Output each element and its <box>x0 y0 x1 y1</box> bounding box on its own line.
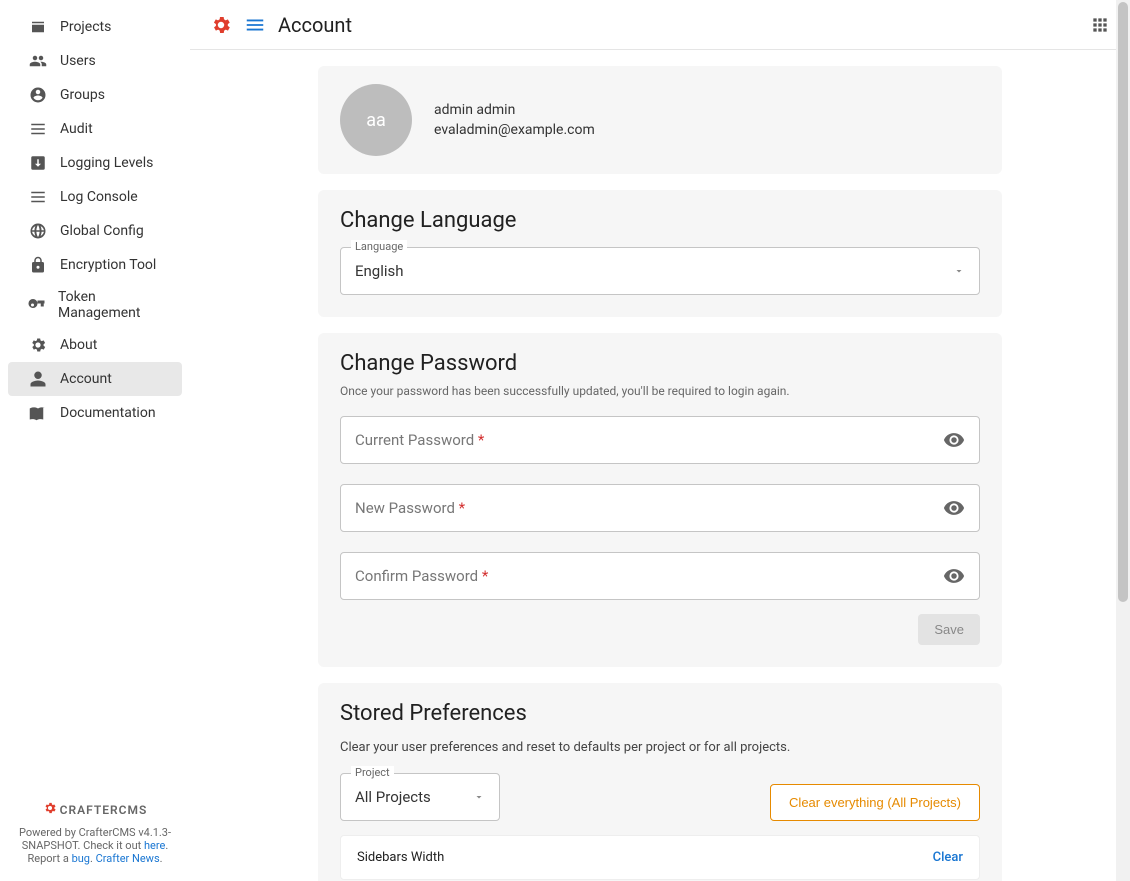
visibility-icon[interactable] <box>943 497 965 519</box>
sidebar-item-label: Global Config <box>60 223 144 239</box>
sidebar-item-groups[interactable]: Groups <box>8 78 182 112</box>
sidebar-item-encryption-tool[interactable]: Encryption Tool <box>8 248 182 282</box>
page-title: Account <box>278 13 352 37</box>
sidebar: Projects Users Groups Audit Logging Leve… <box>0 0 190 881</box>
book-icon <box>28 403 48 423</box>
project-value: All Projects <box>355 788 473 806</box>
sidebar-item-audit[interactable]: Audit <box>8 112 182 146</box>
sidebar-item-documentation[interactable]: Documentation <box>8 396 182 430</box>
sidebar-item-label: Groups <box>60 87 105 103</box>
footer-link-bug[interactable]: bug <box>72 852 90 865</box>
sidebar-item-label: Audit <box>60 121 93 137</box>
avatar: aa <box>340 84 412 156</box>
footer-text: . <box>160 852 163 865</box>
footer-link-news[interactable]: Crafter News <box>96 852 160 865</box>
topbar: Account <box>190 0 1130 50</box>
language-value: English <box>355 262 953 280</box>
clear-button[interactable]: Clear <box>933 850 963 865</box>
section-title: Change Password <box>340 351 980 376</box>
profile-name: admin admin <box>434 100 595 120</box>
visibility-icon[interactable] <box>943 429 965 451</box>
sidebar-item-users[interactable]: Users <box>8 44 182 78</box>
chevron-down-icon <box>473 791 485 803</box>
stored-preferences-section: Stored Preferences Clear your user prefe… <box>318 683 1002 881</box>
language-select[interactable]: Language English <box>340 247 980 295</box>
projects-icon <box>28 17 48 37</box>
confirm-password-field[interactable]: Confirm Password * <box>340 552 980 600</box>
section-description: Clear your user preferences and reset to… <box>340 740 980 755</box>
key-icon <box>28 295 46 315</box>
brand-logo: CRAFTERCMS <box>16 801 174 818</box>
sidebar-item-logging-levels[interactable]: Logging Levels <box>8 146 182 180</box>
sidebar-item-log-console[interactable]: Log Console <box>8 180 182 214</box>
footer-link-here[interactable]: here <box>144 839 165 852</box>
sidebar-item-label: Users <box>60 53 96 69</box>
visibility-icon[interactable] <box>943 565 965 587</box>
globe-icon <box>28 221 48 241</box>
users-icon <box>28 51 48 71</box>
audit-icon <box>28 119 48 139</box>
sidebar-item-label: About <box>60 337 97 353</box>
scrollbar-thumb[interactable] <box>1118 2 1128 602</box>
clear-all-button[interactable]: Clear everything (All Projects) <box>770 784 980 821</box>
apps-grid-icon[interactable] <box>1090 15 1110 35</box>
sidebar-footer: CRAFTERCMS Powered by CrafterCMS v4.1.3-… <box>0 791 190 881</box>
chevron-down-icon <box>953 265 965 277</box>
sidebar-item-label: Token Management <box>58 289 166 321</box>
sidebar-item-token-management[interactable]: Token Management <box>8 282 182 328</box>
profile-card: aa admin admin evaladmin@example.com <box>318 66 1002 174</box>
field-label: Project <box>351 766 394 779</box>
sidebar-item-label: Account <box>60 371 112 387</box>
scrollbar[interactable] <box>1116 0 1130 881</box>
field-label: Language <box>351 240 407 253</box>
gear-icon <box>28 335 48 355</box>
section-title: Change Language <box>340 208 980 233</box>
sidebar-item-about[interactable]: About <box>8 328 182 362</box>
pref-label: Sidebars Width <box>357 850 444 865</box>
lock-icon <box>28 255 48 275</box>
sidebar-item-projects[interactable]: Projects <box>8 10 182 44</box>
logging-icon <box>28 153 48 173</box>
field-label: Confirm Password * <box>355 567 943 585</box>
sidebar-item-label: Logging Levels <box>60 155 153 171</box>
person-icon <box>28 369 48 389</box>
project-select[interactable]: Project All Projects <box>340 773 500 821</box>
sidebar-item-global-config[interactable]: Global Config <box>8 214 182 248</box>
sidebar-item-label: Projects <box>60 19 111 35</box>
section-title: Stored Preferences <box>340 701 980 726</box>
pref-list-item: Sidebars Width Clear <box>340 835 980 880</box>
new-password-field[interactable]: New Password * <box>340 484 980 532</box>
console-icon <box>28 187 48 207</box>
change-language-section: Change Language Language English <box>318 190 1002 317</box>
sidebar-item-label: Log Console <box>60 189 138 205</box>
app-logo-icon <box>210 14 232 36</box>
current-password-field[interactable]: Current Password * <box>340 416 980 464</box>
change-password-section: Change Password Once your password has b… <box>318 333 1002 667</box>
hamburger-icon[interactable] <box>244 14 266 36</box>
field-label: New Password * <box>355 499 943 517</box>
profile-email: evaladmin@example.com <box>434 120 595 140</box>
sidebar-item-label: Encryption Tool <box>60 257 156 273</box>
gear-icon <box>43 801 57 818</box>
section-subnote: Once your password has been successfully… <box>340 384 980 398</box>
groups-icon <box>28 85 48 105</box>
brand-text: CRAFTERCMS <box>60 803 148 817</box>
save-button[interactable]: Save <box>918 614 980 645</box>
sidebar-item-label: Documentation <box>60 405 156 421</box>
sidebar-item-account[interactable]: Account <box>8 362 182 396</box>
field-label: Current Password * <box>355 431 943 449</box>
